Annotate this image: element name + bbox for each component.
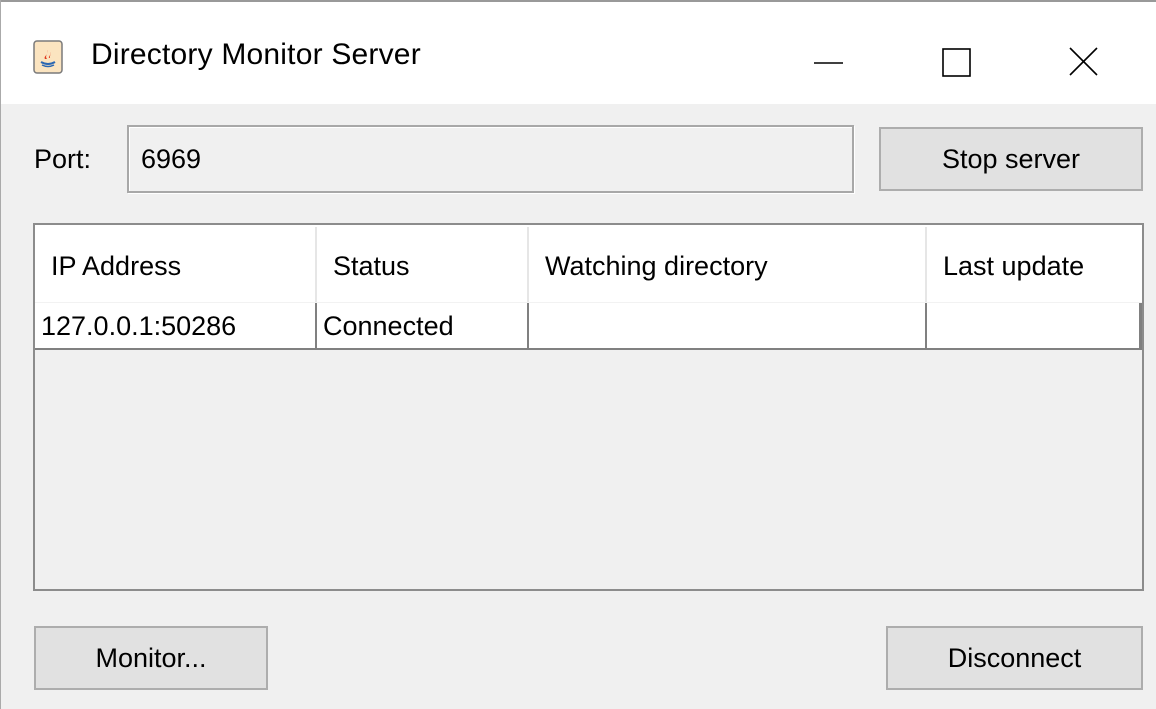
title-bar[interactable]: Directory Monitor Server <box>1 0 1156 104</box>
column-header-status[interactable]: Status <box>317 227 529 303</box>
window-title: Directory Monitor Server <box>91 38 421 71</box>
java-icon <box>33 40 63 74</box>
maximize-button[interactable] <box>913 22 1023 102</box>
monitor-button[interactable]: Monitor... <box>34 626 268 690</box>
cell-last-update[interactable] <box>927 303 1142 349</box>
table-header: IP Address Status Watching directory Las… <box>35 225 1142 303</box>
column-header-ip-address[interactable]: IP Address <box>35 227 317 303</box>
column-header-last-update[interactable]: Last update <box>927 227 1142 303</box>
cell-ip-address[interactable]: 127.0.0.1:50286 <box>35 303 317 349</box>
app-window: Directory Monitor Server Port: Stop serv… <box>0 0 1156 709</box>
port-input[interactable] <box>127 125 854 193</box>
close-button[interactable] <box>1047 22 1156 102</box>
table-row[interactable]: 127.0.0.1:50286 Connected <box>35 302 1142 350</box>
disconnect-button[interactable]: Disconnect <box>886 626 1143 690</box>
port-label: Port: <box>34 144 92 174</box>
stop-server-button[interactable]: Stop server <box>879 127 1143 191</box>
clients-table[interactable]: IP Address Status Watching directory Las… <box>33 223 1144 591</box>
column-header-watching-directory[interactable]: Watching directory <box>529 227 927 303</box>
cell-watching-directory[interactable] <box>529 303 927 349</box>
cell-status[interactable]: Connected <box>317 303 529 349</box>
minimize-button[interactable] <box>779 22 889 102</box>
